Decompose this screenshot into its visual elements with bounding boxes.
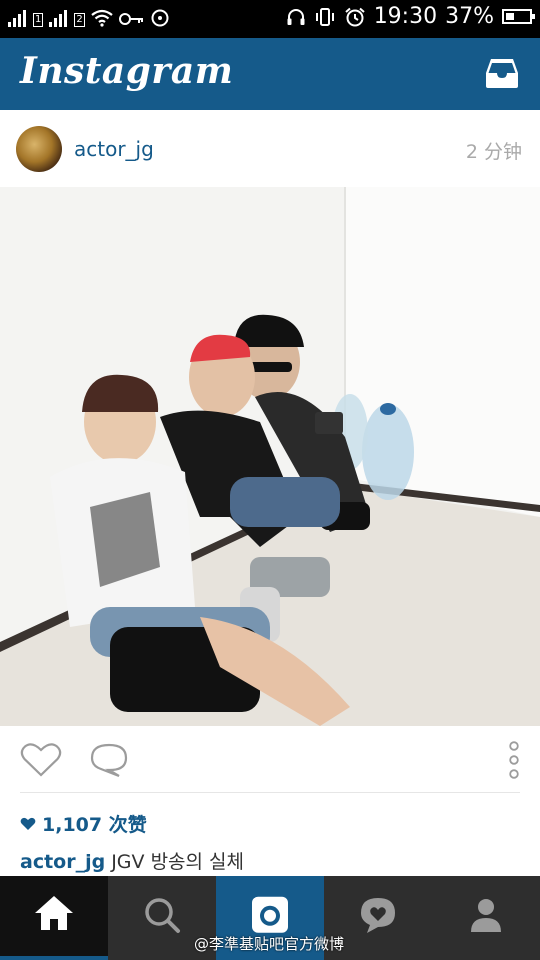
signal-icon-1 [8,9,26,27]
post-header: actor_jg 2 分钟 [0,110,540,188]
post-actions [0,726,540,792]
likes-count-row[interactable]: 1,107 次赞 [20,810,147,837]
alarm-icon [345,7,365,26]
clock-time: 19:30 [373,4,438,29]
post-photo[interactable] [0,187,540,726]
more-options-icon[interactable] [508,740,520,780]
tab-profile[interactable] [432,876,540,960]
watermark-text: @李準基贴吧官方微博 [194,935,345,953]
sim-badge-1: 1 [33,13,44,27]
tab-home[interactable] [0,876,108,960]
search-icon [145,898,180,933]
comment-bubble-icon[interactable] [89,742,129,778]
actions-divider [20,792,520,793]
post-caption: actor_jg JGV 방송의 실체 [20,847,244,874]
status-bar: 1 2 19:30 37% [0,0,540,38]
battery-icon [502,9,535,24]
photo-illustration [0,187,540,726]
inbox-tray-icon[interactable] [484,56,520,90]
post-time: 2 分钟 [465,141,522,163]
headphones-icon [287,8,305,25]
caption-text: JGV 방송의 실체 [111,851,245,873]
profile-icon [471,898,501,932]
vibrate-icon [315,7,334,26]
home-icon [35,895,73,930]
avatar[interactable] [16,126,62,172]
like-heart-icon[interactable] [20,742,62,778]
signal-icon-2 [49,9,68,27]
status-right: 19:30 37% [286,4,535,29]
likes-count: 1,107 次赞 [42,814,147,836]
small-heart-icon [20,817,36,830]
key-icon [118,13,143,25]
battery-percent: 37% [445,4,494,29]
disc-icon [151,9,169,27]
instagram-logo: Instagram [20,50,234,92]
wifi-icon [91,9,113,27]
camera-icon [252,896,288,933]
app-header: Instagram [0,38,540,110]
status-left: 1 2 [8,9,169,27]
activity-heart-icon [361,897,395,933]
sim-badge-2: 2 [74,13,85,27]
post-username[interactable]: actor_jg [74,137,154,161]
caption-username[interactable]: actor_jg [20,851,105,873]
